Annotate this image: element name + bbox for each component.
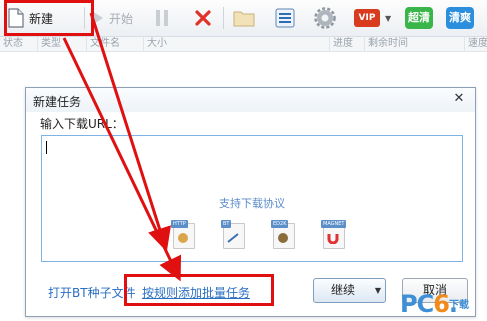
watermark-six: 6 bbox=[433, 290, 450, 318]
annotation-arrows bbox=[62, 12, 182, 282]
watermark-sub: 下载 bbox=[449, 300, 469, 311]
watermark-pc: PC bbox=[400, 290, 434, 318]
